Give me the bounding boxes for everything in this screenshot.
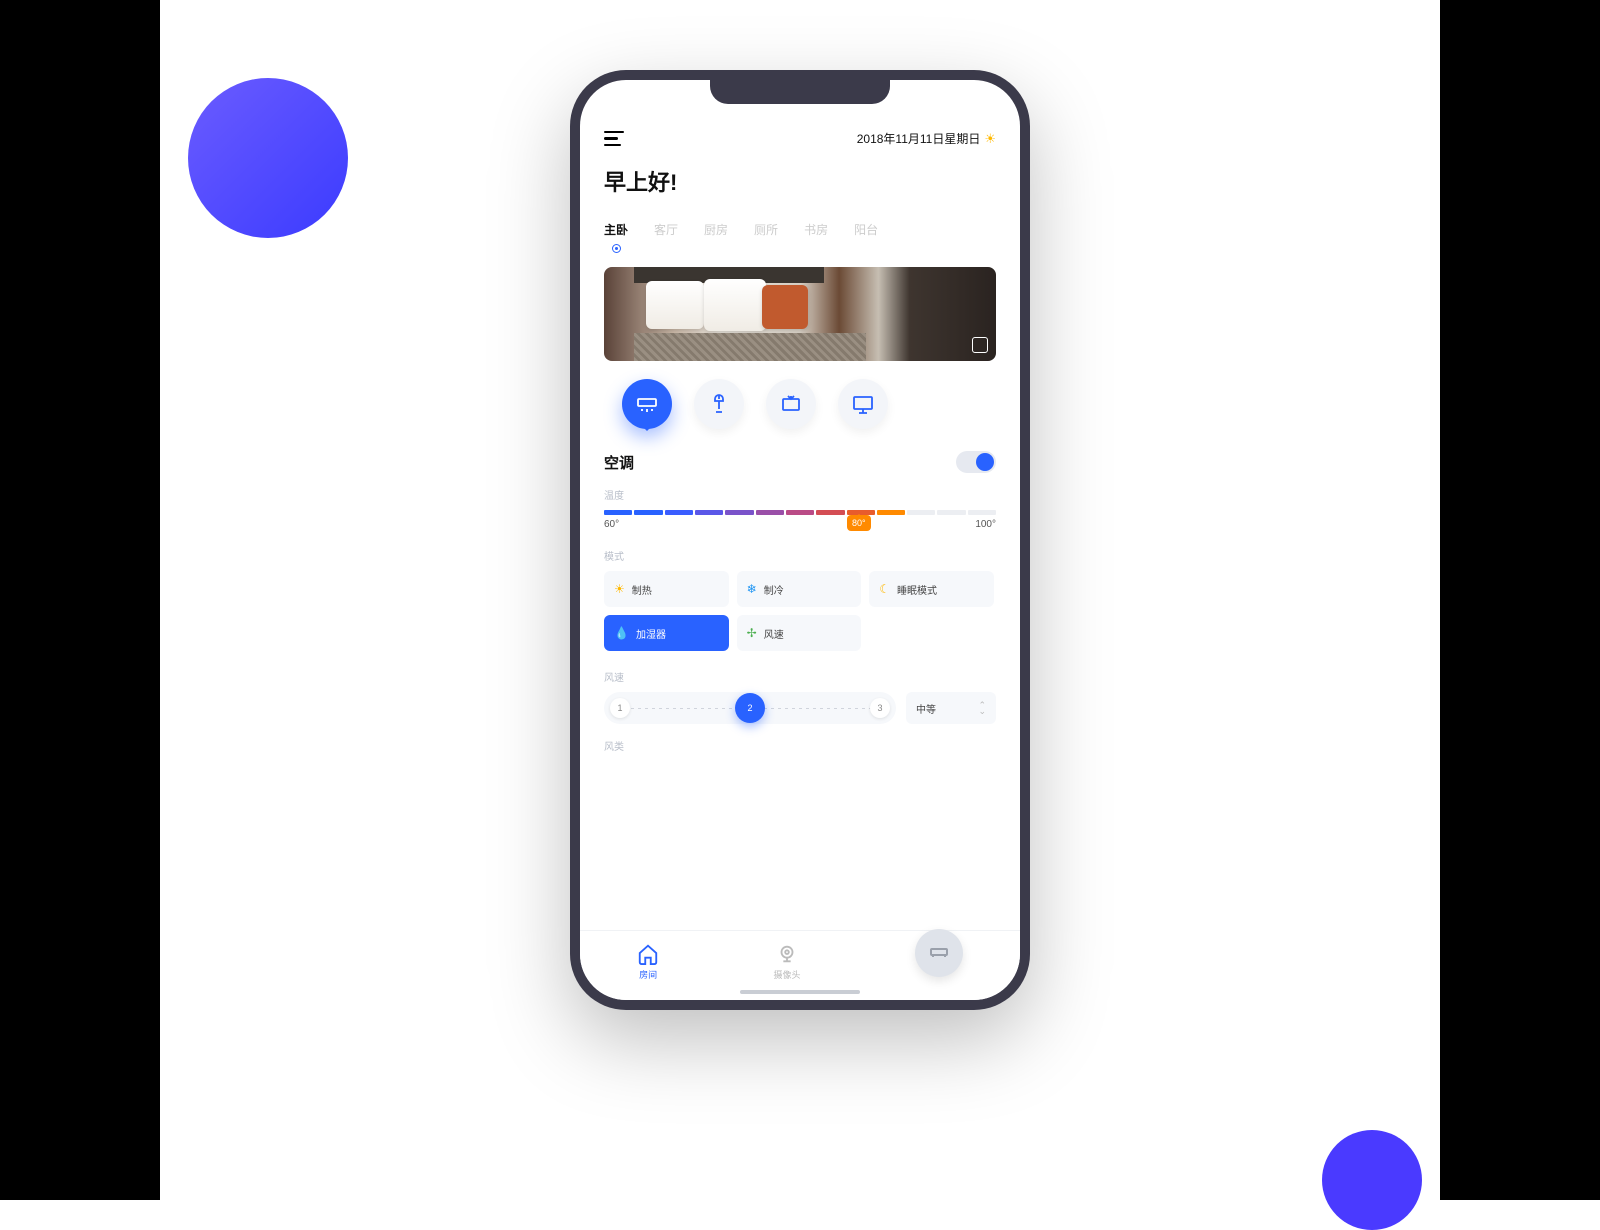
decor-circle-bottom bbox=[1322, 1130, 1422, 1230]
temperature-label: 温度 bbox=[604, 487, 996, 502]
monitor-icon bbox=[851, 392, 875, 416]
fan-node-1[interactable]: 1 bbox=[610, 698, 630, 718]
notch bbox=[710, 80, 890, 104]
mode-0[interactable]: ☀制热 bbox=[604, 571, 729, 607]
power-toggle[interactable] bbox=[956, 451, 996, 473]
nav-home[interactable]: 房间 bbox=[637, 943, 659, 981]
letterbox-left bbox=[0, 0, 160, 1200]
mode-3[interactable]: 💧加湿器 bbox=[604, 615, 729, 651]
device-row bbox=[604, 379, 996, 429]
temp-current-badge: 80° bbox=[847, 515, 871, 531]
temp-max: 100° bbox=[975, 519, 996, 530]
nav-camera[interactable]: 摄像头 bbox=[773, 943, 800, 981]
fan-node-3[interactable]: 3 bbox=[870, 698, 890, 718]
fan-speed-slider[interactable]: 1 2 3 bbox=[604, 692, 896, 724]
device-monitor[interactable] bbox=[838, 379, 888, 429]
device-icon bbox=[927, 941, 951, 965]
ac-icon bbox=[635, 392, 659, 416]
fan-node-2[interactable]: 2 bbox=[735, 693, 765, 723]
mode-label: 模式 bbox=[604, 548, 996, 563]
mode-1[interactable]: ❄制冷 bbox=[737, 571, 862, 607]
tab-1[interactable]: 客厅 bbox=[654, 221, 678, 253]
room-tabs: 主卧客厅厨房厕所书房阳台 bbox=[604, 221, 996, 253]
device-tv[interactable] bbox=[766, 379, 816, 429]
weather-sun-icon: ☀ bbox=[984, 131, 996, 147]
temperature-slider[interactable] bbox=[604, 510, 996, 515]
mode-grid: ☀制热❄制冷☾睡眠模式 💧加湿器✢风速 bbox=[604, 571, 996, 651]
date-label: 2018年11月11日星期日 ☀ bbox=[857, 130, 996, 147]
device-lamp[interactable] bbox=[694, 379, 744, 429]
tv-icon bbox=[779, 392, 803, 416]
mode-4[interactable]: ✢风速 bbox=[737, 615, 862, 651]
decor-circle-top bbox=[188, 78, 348, 238]
tab-2[interactable]: 厨房 bbox=[704, 221, 728, 253]
section-title: 空调 bbox=[604, 452, 634, 473]
mode-2[interactable]: ☾睡眠模式 bbox=[869, 571, 994, 607]
temp-min: 60° bbox=[604, 519, 619, 530]
fan-type-label: 风类 bbox=[604, 738, 996, 753]
screen: 2018年11月11日星期日 ☀ 早上好! 主卧客厅厨房厕所书房阳台 空调 温度 bbox=[580, 80, 1020, 1000]
expand-icon[interactable] bbox=[972, 337, 988, 353]
tab-4[interactable]: 书房 bbox=[804, 221, 828, 253]
tab-3[interactable]: 厕所 bbox=[754, 221, 778, 253]
phone-frame: 2018年11月11日星期日 ☀ 早上好! 主卧客厅厨房厕所书房阳台 空调 温度 bbox=[570, 70, 1030, 1010]
room-preview[interactable] bbox=[604, 267, 996, 361]
letterbox-right bbox=[1440, 0, 1600, 1200]
greeting: 早上好! bbox=[604, 165, 996, 197]
nav-fab[interactable] bbox=[915, 929, 963, 977]
chevron-updown-icon: ⌃⌄ bbox=[978, 702, 986, 715]
menu-icon[interactable] bbox=[604, 131, 624, 147]
home-indicator[interactable] bbox=[740, 990, 860, 994]
lamp-icon bbox=[707, 392, 731, 416]
fan-speed-label: 风速 bbox=[604, 669, 996, 684]
camera-icon bbox=[776, 943, 798, 965]
tab-5[interactable]: 阳台 bbox=[854, 221, 878, 253]
fan-speed-select[interactable]: 中等 ⌃⌄ bbox=[906, 692, 996, 724]
device-ac[interactable] bbox=[622, 379, 672, 429]
home-icon bbox=[637, 943, 659, 965]
tab-0[interactable]: 主卧 bbox=[604, 221, 628, 253]
